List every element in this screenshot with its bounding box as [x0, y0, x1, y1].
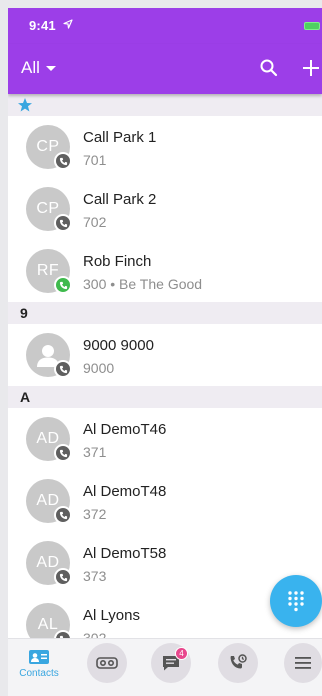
section-header: A — [8, 386, 322, 408]
unread-badge: 4 — [175, 647, 188, 660]
contact-extension: 300 • Be The Good — [83, 276, 203, 292]
search-icon[interactable] — [256, 55, 282, 81]
contact-row[interactable]: AD Al DemoT48 372 — [8, 470, 322, 532]
phone-icon — [54, 214, 72, 232]
phone-icon — [54, 568, 72, 586]
contact-name: Al Lyons — [83, 607, 140, 624]
contact-row[interactable]: RF Rob Finch 300 • Be The Good — [8, 240, 322, 302]
contact-row[interactable]: CP Call Park 2 702 — [8, 178, 322, 240]
tab-menu[interactable] — [284, 643, 322, 683]
status-time: 9:41 — [29, 18, 56, 33]
phone-icon — [54, 360, 72, 378]
contact-extension: 702 — [83, 214, 107, 230]
dialpad-button[interactable] — [270, 575, 322, 627]
contact-list[interactable]: CP Call Park 1 701 CP Call Park 2 702 RF… — [8, 94, 322, 646]
contact-name: 9000 9000 — [83, 337, 154, 354]
contact-extension: 9000 — [83, 360, 115, 376]
phone-icon — [54, 444, 72, 462]
contact-name: Al DemoT46 — [83, 421, 167, 438]
filter-dropdown[interactable]: All — [21, 58, 56, 78]
contact-name: Call Park 2 — [83, 191, 157, 208]
status-bar: 9:41 — [8, 8, 322, 44]
contact-row[interactable]: 9000 9000 9000 — [8, 324, 322, 386]
contact-row[interactable]: AD Al DemoT46 371 — [8, 408, 322, 470]
app-bar: All — [8, 44, 322, 94]
chevron-down-icon — [45, 65, 56, 71]
star-icon — [18, 98, 32, 112]
contact-name: Rob Finch — [83, 253, 152, 270]
tab-voicemail[interactable] — [87, 643, 127, 683]
bottom-nav: Contacts 4 — [8, 638, 322, 696]
contact-extension: 372 — [83, 506, 107, 522]
contact-extension: 371 — [83, 444, 107, 460]
contacts-icon — [29, 650, 49, 664]
contact-name: Call Park 1 — [83, 129, 157, 146]
tab-calls[interactable] — [218, 643, 258, 683]
phone-icon — [54, 276, 72, 294]
filter-label: All — [21, 58, 40, 77]
contact-extension: 701 — [83, 152, 107, 168]
contact-name: Al DemoT48 — [83, 483, 167, 500]
contact-name: Al DemoT58 — [83, 545, 167, 562]
add-icon[interactable] — [298, 55, 322, 81]
tab-contacts-label: Contacts — [19, 668, 59, 679]
dialpad-icon — [288, 591, 304, 612]
menu-icon — [295, 657, 311, 669]
voicemail-icon — [96, 657, 118, 669]
tab-messages[interactable]: 4 — [151, 643, 191, 683]
battery-icon — [304, 22, 320, 30]
app-screen: 9:41 All CP Call Park 1 701 CP Call Park… — [8, 8, 322, 696]
phone-icon — [54, 152, 72, 170]
section-header-favorites — [8, 94, 322, 116]
contact-row[interactable]: CP Call Park 1 701 — [8, 116, 322, 178]
tab-contacts[interactable]: Contacts — [18, 645, 60, 691]
location-arrow-icon — [63, 19, 73, 29]
call-history-icon — [230, 654, 247, 669]
section-header: 9 — [8, 302, 322, 324]
contact-extension: 373 — [83, 568, 107, 584]
phone-icon — [54, 506, 72, 524]
